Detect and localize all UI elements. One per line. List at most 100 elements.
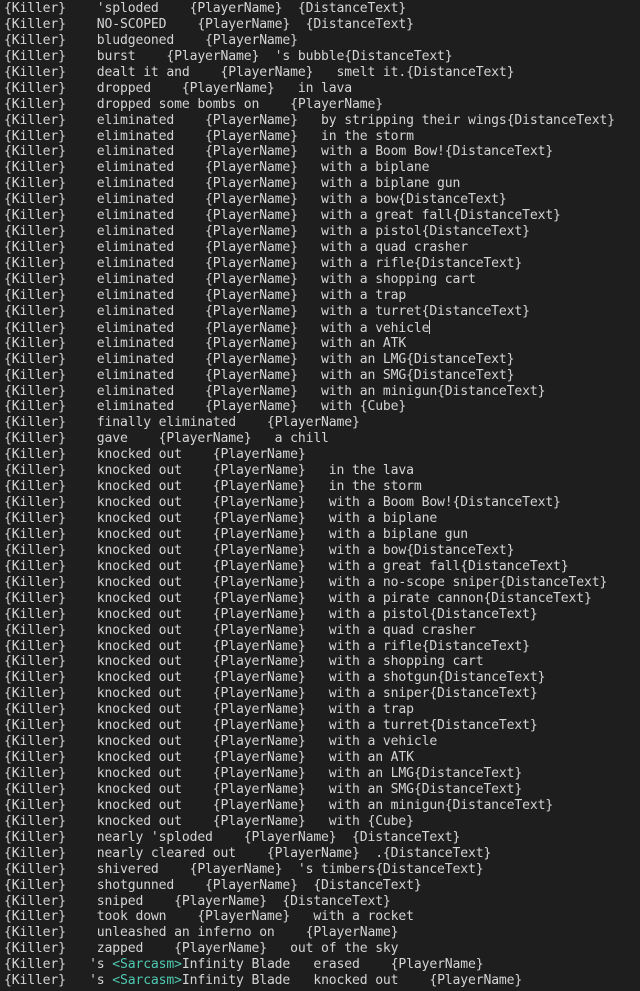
text-line[interactable]: {Killer} eliminated {PlayerName} with a … <box>4 192 640 208</box>
line-text: {Killer} eliminated {PlayerName} with a … <box>4 271 476 287</box>
line-text: {Killer} knocked out {PlayerName} with a… <box>4 734 438 750</box>
text-line[interactable]: {Killer} knocked out {PlayerName} with a… <box>4 734 640 750</box>
line-text: {Killer} eliminated {PlayerName} with a … <box>4 320 430 336</box>
text-line[interactable]: {Killer} knocked out {PlayerName} with a… <box>4 750 640 766</box>
text-line[interactable]: {Killer} eliminated {PlayerName} with a … <box>4 319 640 336</box>
text-line[interactable]: {Killer} knocked out {PlayerName} with a… <box>4 654 640 670</box>
text-line[interactable]: {Killer} eliminated {PlayerName} with a … <box>4 304 640 320</box>
text-line[interactable]: {Killer} knocked out {PlayerName} with a… <box>4 591 640 607</box>
line-text: {Killer} burst {PlayerName} 's bubble{Di… <box>4 48 453 64</box>
line-text: {Killer} eliminated {PlayerName} by stri… <box>4 112 615 128</box>
text-line[interactable]: {Killer} eliminated {PlayerName} with an… <box>4 368 640 384</box>
text-line[interactable]: {Killer} dealt it and {PlayerName} smelt… <box>4 65 640 81</box>
text-line[interactable]: {Killer} knocked out {PlayerName} with a… <box>4 575 640 591</box>
line-text: {Killer} knocked out {PlayerName} with a… <box>4 766 523 781</box>
text-line[interactable]: {Killer} eliminated {PlayerName} by stri… <box>4 113 640 129</box>
line-text: {Killer} knocked out {PlayerName} with a… <box>4 511 438 526</box>
text-line[interactable]: {Killer} unleashed an inferno on {Player… <box>4 925 640 941</box>
text-line[interactable]: {Killer} finally eliminated {PlayerName} <box>4 415 640 431</box>
text-line[interactable]: {Killer} knocked out {PlayerName} with a… <box>4 686 640 702</box>
line-text: {Killer} eliminated {PlayerName} with a … <box>4 240 468 256</box>
text-line[interactable]: {Killer} knocked out {PlayerName} with a… <box>4 782 640 798</box>
line-text: Infinity Blade erased {PlayerName} <box>181 957 484 973</box>
text-line[interactable]: {Killer} nearly cleared out {PlayerName}… <box>4 846 640 862</box>
text-line[interactable]: {Killer} knocked out {PlayerName} with a… <box>4 495 640 511</box>
line-text: {Killer} eliminated {PlayerName} with an… <box>4 383 546 399</box>
line-text: {Killer} knocked out {PlayerName} with a… <box>4 638 530 654</box>
text-line[interactable]: {Killer} eliminated {PlayerName} with an… <box>4 384 640 400</box>
text-line[interactable]: {Killer} knocked out {PlayerName} in the… <box>4 463 640 479</box>
text-line[interactable]: {Killer} sniped {PlayerName} {DistanceTe… <box>4 894 640 910</box>
line-text: {Killer} eliminated {PlayerName} in the … <box>4 128 414 144</box>
line-text: {Killer} NO-SCOPED {PlayerName} {Distanc… <box>4 16 414 32</box>
text-line[interactable]: {Killer} knocked out {PlayerName} with a… <box>4 623 640 639</box>
line-text: {Killer} knocked out {PlayerName} with a… <box>4 718 538 734</box>
line-text: {Killer} knocked out {PlayerName} with a… <box>4 558 569 574</box>
text-line[interactable]: {Killer} eliminated {PlayerName} with a … <box>4 272 640 288</box>
text-line[interactable]: {Killer} knocked out {PlayerName} with a… <box>4 798 640 814</box>
line-text: {Killer} bludgeoned {PlayerName} <box>4 32 298 48</box>
line-text: {Killer} knocked out {PlayerName} with a… <box>4 670 546 686</box>
text-editor[interactable]: {Killer} 'sploded {PlayerName} {Distance… <box>0 0 640 991</box>
sarcasm-tag: <Sarcasm> <box>112 973 182 989</box>
line-text: {Killer} eliminated {PlayerName} with a … <box>4 144 554 160</box>
text-line[interactable]: {Killer} knocked out {PlayerName} with a… <box>4 702 640 718</box>
line-text: {Killer} knocked out {PlayerName} in the… <box>4 463 414 479</box>
text-line[interactable]: {Killer} eliminated {PlayerName} with a … <box>4 176 640 192</box>
text-line[interactable]: {Killer} gave {PlayerName} a chill <box>4 431 640 447</box>
text-line[interactable]: {Killer} dropped {PlayerName} in lava <box>4 81 640 97</box>
text-line[interactable]: {Killer} took down {PlayerName} with a r… <box>4 909 640 925</box>
text-line[interactable]: {Killer} burst {PlayerName} 's bubble{Di… <box>4 49 640 65</box>
line-text: {Killer} 's <box>4 973 113 989</box>
line-text: {Killer} eliminated {PlayerName} with a … <box>4 224 530 240</box>
text-line[interactable]: {Killer} bludgeoned {PlayerName} <box>4 33 640 49</box>
text-line[interactable]: {Killer} knocked out {PlayerName} in the… <box>4 479 640 495</box>
text-line[interactable]: {Killer} eliminated {PlayerName} with an… <box>4 352 640 368</box>
line-text: {Killer} eliminated {PlayerName} with a … <box>4 303 530 319</box>
text-line[interactable]: {Killer} eliminated {PlayerName} with a … <box>4 160 640 176</box>
text-line[interactable]: {Killer} 's <Sarcasm>Infinity Blade eras… <box>4 957 640 973</box>
text-line[interactable]: {Killer} zapped {PlayerName} out of the … <box>4 941 640 957</box>
line-text: {Killer} knocked out {PlayerName} with a… <box>4 750 414 766</box>
text-line[interactable]: {Killer} 'sploded {PlayerName} {Distance… <box>4 1 640 17</box>
line-text: {Killer} gave {PlayerName} a chill <box>4 431 329 447</box>
text-line[interactable]: {Killer} nearly 'sploded {PlayerName} {D… <box>4 830 640 846</box>
text-line[interactable]: {Killer} knocked out {PlayerName} with a… <box>4 718 640 734</box>
text-line[interactable]: {Killer} eliminated {PlayerName} with a … <box>4 256 640 272</box>
text-line[interactable]: {Killer} eliminated {PlayerName} with an… <box>4 336 640 352</box>
text-line[interactable]: {Killer} knocked out {PlayerName} <box>4 447 640 463</box>
line-text: {Killer} nearly cleared out {PlayerName}… <box>4 845 492 861</box>
text-line[interactable]: {Killer} eliminated {PlayerName} with a … <box>4 224 640 240</box>
text-line[interactable]: {Killer} knocked out {PlayerName} with a… <box>4 511 640 527</box>
text-line[interactable]: {Killer} eliminated {PlayerName} with {C… <box>4 399 640 415</box>
text-line[interactable]: {Killer} knocked out {PlayerName} with a… <box>4 670 640 686</box>
text-line[interactable]: {Killer} eliminated {PlayerName} with a … <box>4 288 640 304</box>
text-line[interactable]: {Killer} 's <Sarcasm>Infinity Blade knoc… <box>4 973 640 989</box>
text-line[interactable]: {Killer} knocked out {PlayerName} with a… <box>4 543 640 559</box>
line-text: {Killer} dropped {PlayerName} in lava <box>4 80 352 96</box>
text-line[interactable]: {Killer} knocked out {PlayerName} with a… <box>4 607 640 623</box>
line-text: {Killer} eliminated {PlayerName} with an… <box>4 367 515 383</box>
text-line[interactable]: {Killer} NO-SCOPED {PlayerName} {Distanc… <box>4 17 640 33</box>
text-line[interactable]: {Killer} eliminated {PlayerName} with a … <box>4 240 640 256</box>
line-text: {Killer} knocked out {PlayerName} with a… <box>4 606 538 622</box>
line-text: {Killer} knocked out {PlayerName} with a… <box>4 574 608 590</box>
text-line[interactable]: {Killer} knocked out {PlayerName} with a… <box>4 639 640 655</box>
text-line[interactable]: {Killer} shotgunned {PlayerName} {Distan… <box>4 878 640 894</box>
text-line[interactable]: {Killer} dropped some bombs on {PlayerNa… <box>4 97 640 113</box>
line-text: {Killer} eliminated {PlayerName} with a … <box>4 176 461 192</box>
line-text: {Killer} eliminated {PlayerName} with a … <box>4 256 523 271</box>
text-line[interactable]: {Killer} eliminated {PlayerName} with a … <box>4 208 640 224</box>
line-text: {Killer} eliminated {PlayerName} with a … <box>4 208 561 224</box>
text-line[interactable]: {Killer} shivered {PlayerName} 's timber… <box>4 862 640 878</box>
text-line[interactable]: {Killer} eliminated {PlayerName} in the … <box>4 129 640 145</box>
line-text: {Killer} knocked out {PlayerName} <box>4 447 306 463</box>
line-text: {Killer} knocked out {PlayerName} with a… <box>4 526 468 542</box>
text-line[interactable]: {Killer} knocked out {PlayerName} with {… <box>4 814 640 830</box>
text-line[interactable]: {Killer} knocked out {PlayerName} with a… <box>4 766 640 782</box>
text-line[interactable]: {Killer} knocked out {PlayerName} with a… <box>4 527 640 543</box>
line-text: {Killer} shivered {PlayerName} 's timber… <box>4 861 484 877</box>
line-text: {Killer} eliminated {PlayerName} with a … <box>4 287 407 303</box>
text-line[interactable]: {Killer} eliminated {PlayerName} with a … <box>4 144 640 160</box>
text-line[interactable]: {Killer} knocked out {PlayerName} with a… <box>4 559 640 575</box>
